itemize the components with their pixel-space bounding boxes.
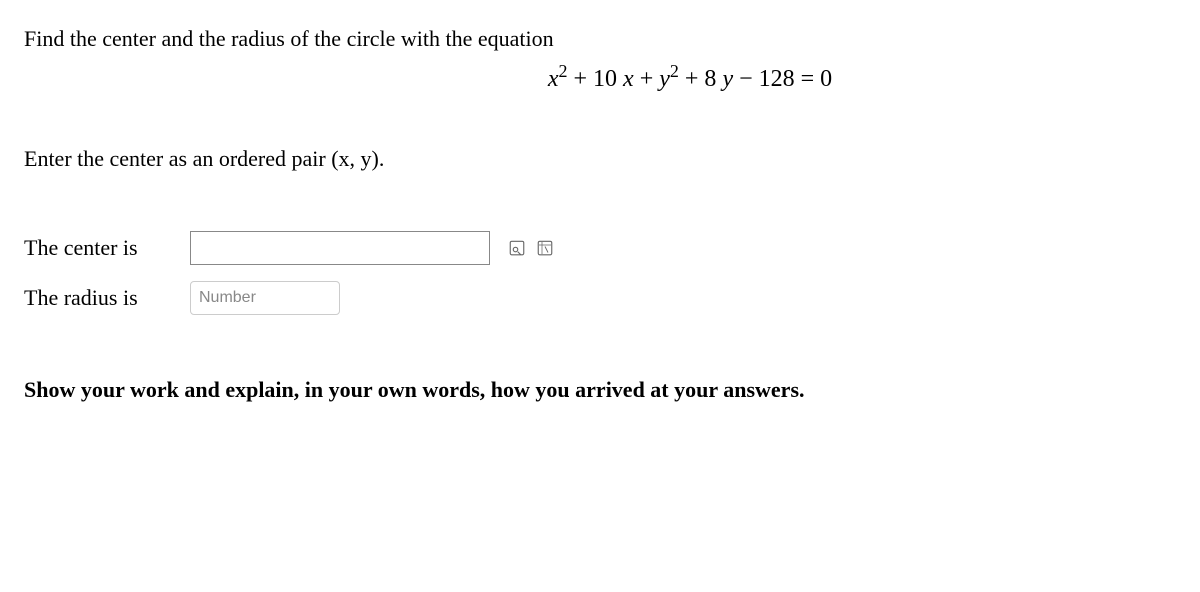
radius-row: The radius is [24,281,1176,315]
eq-plus1: + 10 [567,66,623,92]
eq-x: x [548,66,559,92]
instruction-text: Enter the center as an ordered pair (x, … [24,144,1176,175]
equation: x2 + 10 x + y2 + 8 y − 128 = 0 [24,63,1176,97]
eq-sq2: 2 [670,61,679,81]
radius-input[interactable] [190,281,340,315]
center-input[interactable] [190,231,490,265]
eq-y2: y [722,66,733,92]
eq-plus3: + 8 [679,66,723,92]
radius-label: The radius is [24,283,174,314]
equation-preview-icon[interactable] [506,237,528,259]
eq-y: y [659,66,670,92]
eq-minus: − 128 = 0 [733,66,832,92]
center-label: The center is [24,233,174,264]
center-row: The center is [24,231,1176,265]
eq-x2: x [623,66,634,92]
show-work-prompt: Show your work and explain, in your own … [24,375,1176,406]
equation-help-icon[interactable] [534,237,556,259]
question-intro: Find the center and the radius of the ci… [24,24,1176,55]
eq-plus2: + [634,66,660,92]
